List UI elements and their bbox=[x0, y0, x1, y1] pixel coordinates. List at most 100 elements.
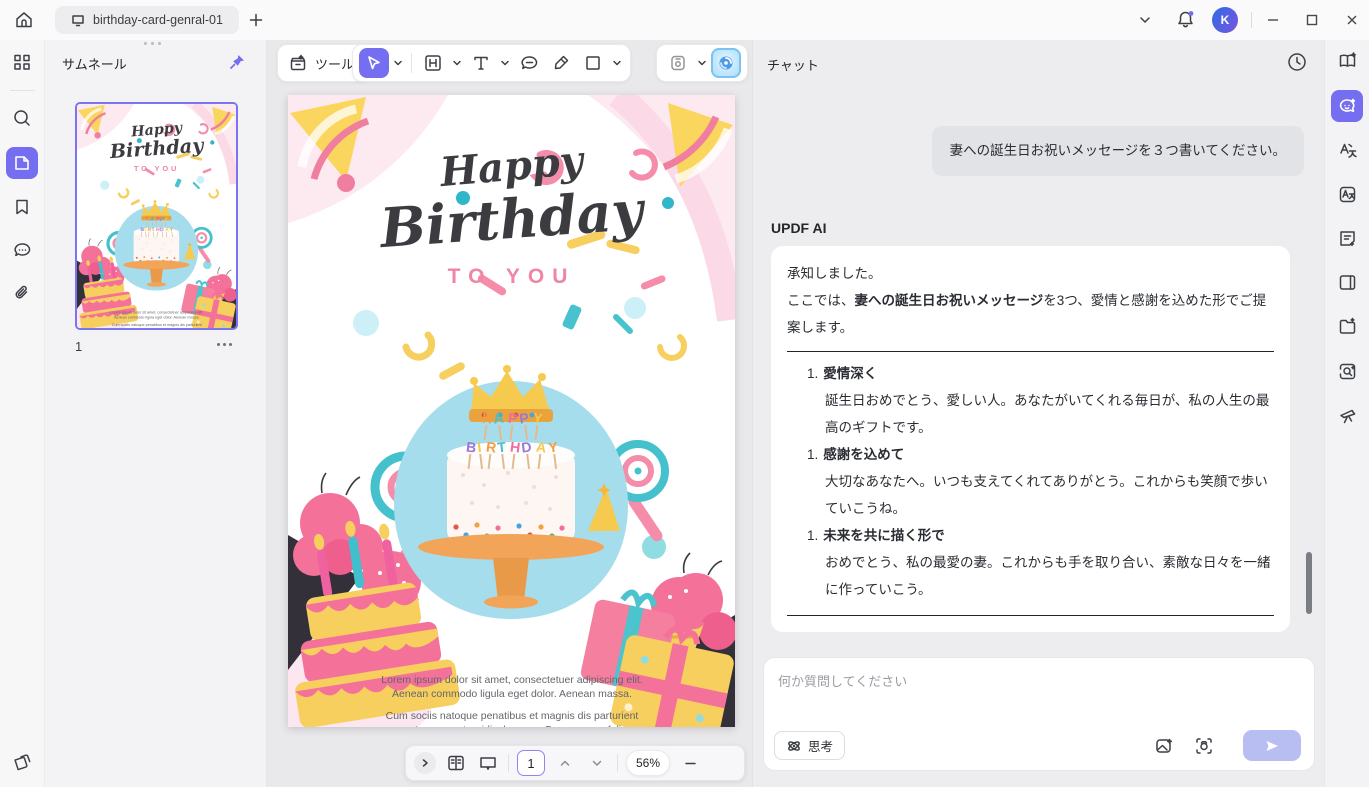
ai-chat-panel: チャット 妻への誕生日お祝いメッセージを３つ書いてください。 UPDF AI 承… bbox=[752, 40, 1324, 787]
text-tool-chevron[interactable] bbox=[498, 48, 512, 78]
ai-intro-line: 承知しました。 bbox=[787, 266, 882, 281]
sidebar-item-thumbnails[interactable] bbox=[6, 147, 38, 179]
select-tool-chevron[interactable] bbox=[391, 48, 405, 78]
ai-list-item: 1. 愛情深く 誕生日おめでとう、愛しい人。あなたがいてくれる毎日が、私の人生の最… bbox=[807, 366, 1270, 435]
title-bar: birthday-card-genral-01 K bbox=[0, 0, 1369, 40]
ai-reader-book-icon[interactable] bbox=[1331, 45, 1363, 77]
document-tab[interactable]: birthday-card-genral-01 bbox=[55, 6, 239, 34]
birthday-card-page[interactable]: Happy Birthday TO YOU HAPPY BIRTHDAY Lor… bbox=[77, 104, 236, 328]
insert-image-icon[interactable] bbox=[1152, 734, 1176, 758]
window-close-button[interactable] bbox=[1334, 0, 1369, 40]
ai-text-recognition-icon[interactable] bbox=[1331, 178, 1363, 210]
ai-summary-note-icon[interactable] bbox=[1331, 222, 1363, 254]
zoom-level-button[interactable]: 56% bbox=[626, 750, 670, 776]
thumbnail-panel-title: サムネール bbox=[62, 57, 127, 72]
ai-search-icon[interactable] bbox=[1331, 355, 1363, 387]
tools-menu-button[interactable]: ツール bbox=[284, 48, 362, 78]
window-maximize-button[interactable] bbox=[1294, 0, 1330, 40]
presentation-mode-button[interactable] bbox=[476, 751, 500, 775]
heading-tool-chevron[interactable] bbox=[450, 48, 464, 78]
stamp-ai-group bbox=[656, 44, 748, 82]
select-tool-button[interactable] bbox=[359, 48, 389, 78]
screenshot-camera-icon[interactable] bbox=[1192, 734, 1216, 758]
sidebar-item-comments[interactable] bbox=[6, 234, 38, 266]
toolbox-icon bbox=[290, 54, 306, 71]
tab-doc-icon bbox=[72, 15, 84, 27]
rail-divider bbox=[10, 90, 35, 91]
ai-chat-icon[interactable] bbox=[1331, 90, 1363, 122]
comment-tool-button[interactable] bbox=[514, 48, 544, 78]
tab-title: birthday-card-genral-01 bbox=[93, 13, 223, 27]
next-page-button[interactable] bbox=[585, 751, 609, 775]
thumbnail-page-number: 1 bbox=[75, 339, 83, 354]
ai-translate-icon[interactable] bbox=[1331, 134, 1363, 166]
apps-grid-icon[interactable] bbox=[6, 46, 38, 78]
home-button[interactable] bbox=[8, 4, 40, 36]
text-tool-button[interactable] bbox=[466, 48, 496, 78]
bar-separator-2 bbox=[617, 754, 618, 772]
candle-letters: HAPPY BIRTHDAY bbox=[140, 216, 173, 238]
search-icon[interactable] bbox=[6, 102, 38, 134]
chat-scrollbar-thumb[interactable] bbox=[1306, 552, 1312, 614]
thinking-mode-button[interactable]: 思考 bbox=[774, 731, 846, 760]
titlebar-divider bbox=[1251, 12, 1252, 28]
candle-letters: HAPPY BIRTHDAY bbox=[465, 409, 558, 470]
user-message-bubble: 妻への誕生日お祝いメッセージを３つ書いてください。 bbox=[931, 126, 1304, 176]
announcements-telescope-icon[interactable] bbox=[1331, 399, 1363, 431]
document-canvas: ツール Happy Birthday TO YOU H A P P Y B I … bbox=[267, 40, 752, 787]
stamp-tool-button[interactable] bbox=[663, 48, 693, 78]
reading-mode-icon[interactable] bbox=[1331, 266, 1363, 298]
zoom-out-button[interactable] bbox=[678, 751, 702, 775]
new-tab-button[interactable] bbox=[244, 8, 268, 32]
card-subtitle-to-you: TO YOU bbox=[133, 164, 180, 173]
candle-row-1: HAPPY bbox=[481, 409, 543, 441]
candle-row-2: BIRTHDAY bbox=[465, 438, 558, 470]
notifications-bell-icon[interactable] bbox=[1171, 5, 1199, 33]
page-navigation-bar: 1 56% bbox=[405, 745, 745, 781]
thinking-label: 思考 bbox=[808, 740, 834, 754]
ai-list-item: 1. 未来を共に描く形で おめでとう、私の最愛の妻。これからも手を取り合い、素敵な… bbox=[807, 528, 1271, 597]
ai-intro-paragraph: ここでは、妻への誕生日お祝いメッセージを3つ、愛情と感謝を込めた形でご提案します… bbox=[787, 293, 1267, 335]
pin-panel-icon[interactable] bbox=[223, 48, 251, 76]
document-page-wrap: Happy Birthday TO YOU HAPPY BIRTHDAY Lor… bbox=[288, 95, 735, 727]
page-number-input[interactable]: 1 bbox=[517, 750, 545, 776]
atom-icon bbox=[788, 740, 800, 751]
theme-swatches-icon[interactable] bbox=[6, 746, 38, 778]
page-thumbnail[interactable]: Happy Birthday TO YOU HAPPY BIRTHDAY Lor… bbox=[75, 102, 238, 330]
send-message-button[interactable] bbox=[1243, 730, 1301, 761]
card-subtitle-to-you: TO YOU bbox=[447, 265, 576, 288]
page-layout-button[interactable] bbox=[444, 751, 468, 775]
expand-bar-button[interactable] bbox=[414, 752, 436, 774]
panel-resize-handle[interactable] bbox=[144, 42, 161, 45]
annotation-toolbar bbox=[352, 44, 631, 82]
chat-input-card: 思考 bbox=[763, 657, 1315, 771]
shape-tool-chevron[interactable] bbox=[610, 48, 624, 78]
card-body-text: Lorem ipsum dolor sit amet, consectetuer… bbox=[110, 310, 204, 328]
window-minimize-button[interactable] bbox=[1256, 0, 1290, 40]
chat-input[interactable] bbox=[764, 658, 1314, 718]
chat-history-icon[interactable] bbox=[1284, 49, 1310, 75]
highlighter-tool-button[interactable] bbox=[546, 48, 576, 78]
candle-row-2: BIRTHDAY bbox=[140, 226, 173, 238]
user-avatar[interactable]: K bbox=[1212, 7, 1238, 33]
ai-response-card: 承知しました。 ここでは、妻への誕生日お祝いメッセージを3つ、愛情と感謝を込めた… bbox=[771, 246, 1290, 632]
sidebar-item-attachments[interactable] bbox=[6, 277, 38, 309]
ai-list-item: 1. 感謝を込めて 大切なあなたへ。いつも支えてくれてありがとう。これからも笑顔で… bbox=[807, 447, 1268, 516]
ai-assistant-button[interactable] bbox=[711, 48, 741, 78]
shape-tool-button[interactable] bbox=[578, 48, 608, 78]
chevron-down-icon[interactable] bbox=[1133, 8, 1157, 32]
page-thumbnail-content: Happy Birthday TO YOU HAPPY BIRTHDAY Lor… bbox=[77, 104, 236, 328]
sidebar-item-bookmarks[interactable] bbox=[6, 191, 38, 223]
card-body-text: Lorem ipsum dolor sit amet, consectetuer… bbox=[381, 674, 643, 727]
heading-tool-button[interactable] bbox=[418, 48, 448, 78]
right-icon-rail bbox=[1324, 40, 1369, 787]
chat-panel-title: チャット bbox=[767, 58, 819, 73]
left-icon-rail bbox=[0, 40, 45, 787]
ai-files-folder-icon[interactable] bbox=[1331, 310, 1363, 342]
toolbar-separator bbox=[411, 53, 412, 73]
birthday-card-page[interactable]: Happy Birthday TO YOU HAPPY BIRTHDAY Lor… bbox=[288, 95, 735, 727]
previous-page-button[interactable] bbox=[553, 751, 577, 775]
bar-separator bbox=[508, 754, 509, 772]
thumbnail-more-button[interactable] bbox=[217, 343, 232, 346]
stamp-tool-chevron[interactable] bbox=[695, 48, 709, 78]
